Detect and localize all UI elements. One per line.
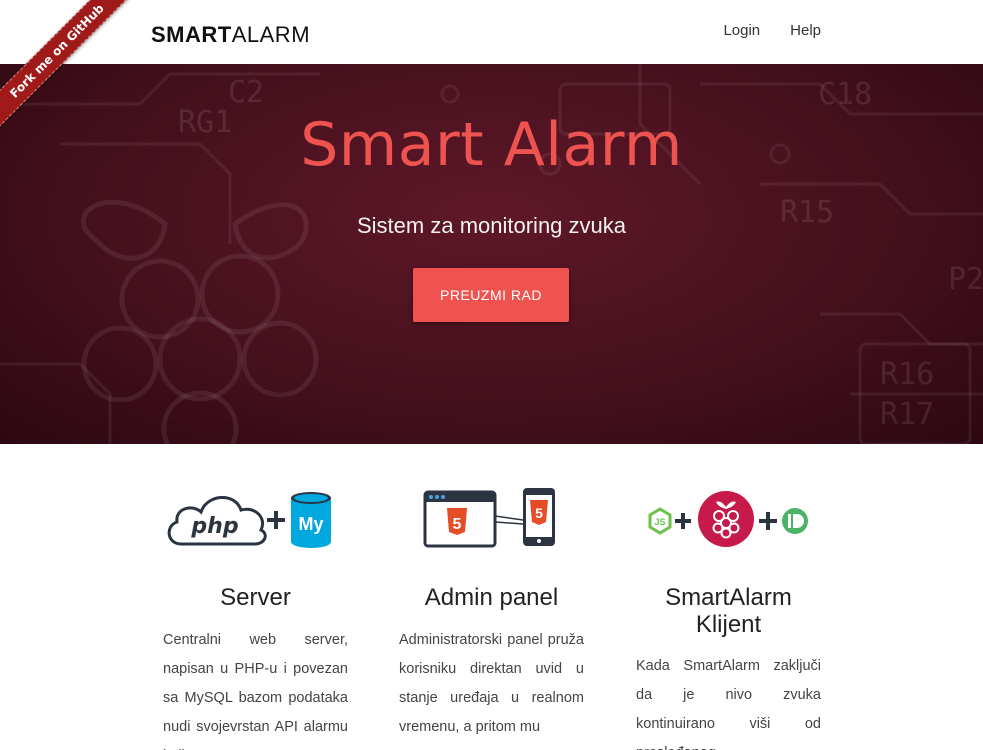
bg-label-r16: R16 (880, 357, 934, 392)
php-icon: php (167, 496, 267, 546)
client-icons: JS (636, 486, 821, 552)
server-icons: php My (163, 486, 348, 552)
hero-section: RG1 R15 R16 R17 C18 C2 P2 Smart Alarm Si… (0, 64, 983, 444)
plus-icon (675, 513, 691, 529)
raspberry-pi-icon (698, 491, 754, 547)
connector-lines (494, 515, 524, 525)
svg-text:My: My (298, 514, 323, 534)
svg-text:php: php (190, 514, 238, 539)
ribbon-label: Fork me on GitHub (7, 1, 107, 101)
brand-logo-light: ALARM (231, 22, 311, 47)
feature-description: Administratorski panel pruža korisniku d… (399, 632, 584, 735)
download-paper-button[interactable]: PREUZMI RAD (413, 268, 569, 322)
feature-title: Server (220, 584, 291, 611)
bg-label-c2: C2 (228, 75, 264, 110)
html5-browser-icon: 5 (423, 490, 497, 548)
bg-label-r17: R17 (880, 397, 934, 432)
feature-description: Centralni web server, napisan u PHP-u i … (163, 632, 348, 750)
login-link[interactable]: Login (723, 22, 760, 39)
help-link[interactable]: Help (790, 22, 821, 39)
bg-label-c18: C18 (818, 77, 872, 112)
brand-logo[interactable]: SMARTALARM (151, 22, 310, 48)
admin-panel-icons: 5 5 (399, 486, 584, 552)
hero-subtitle: Sistem za monitoring zvuka (357, 213, 626, 238)
nav-links: Login Help (723, 22, 821, 39)
pushbullet-icon (782, 508, 808, 534)
mysql-icon: My (291, 492, 331, 548)
bg-label-p2: P2 (948, 262, 983, 297)
github-ribbon-container: Fork me on GitHub (0, 0, 140, 140)
top-navbar: SMARTALARM Login Help (0, 0, 983, 64)
html5-phone-icon: 5 (523, 488, 555, 546)
plus-icon (267, 511, 285, 529)
feature-title: Admin panel (424, 584, 559, 611)
feature-description: Kada SmartAlarm zaključi da je nivo zvuk… (636, 658, 821, 750)
nodejs-icon: JS (648, 507, 672, 535)
hero-title: Smart Alarm (300, 110, 683, 180)
brand-logo-bold: SMART (151, 22, 232, 47)
features-section: php My Server Centralni web server, napi… (0, 444, 983, 750)
plus-icon (759, 512, 777, 530)
svg-text:5: 5 (535, 505, 543, 521)
svg-text:5: 5 (453, 516, 462, 533)
fork-on-github-ribbon[interactable]: Fork me on GitHub (0, 0, 140, 135)
feature-title: SmartAlarm Klijent (665, 584, 792, 638)
svg-text:JS: JS (654, 517, 665, 527)
